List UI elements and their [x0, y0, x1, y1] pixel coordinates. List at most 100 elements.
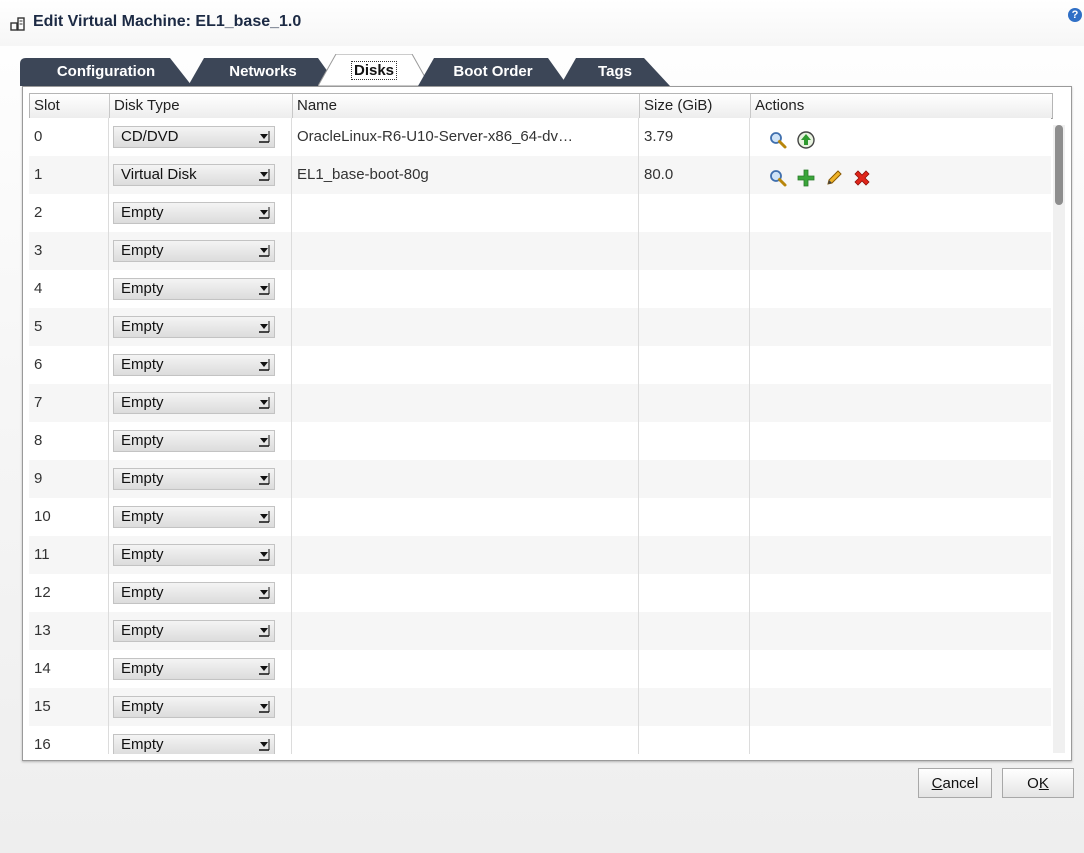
edit-icon[interactable] [824, 165, 844, 185]
table-row[interactable]: 10 Empty [29, 498, 1051, 537]
scrollbar-thumb[interactable] [1055, 125, 1063, 205]
column-header-name[interactable]: Name [293, 94, 640, 118]
column-header-disk-type[interactable]: Disk Type [110, 94, 293, 118]
table-row[interactable]: 1 Virtual Disk EL1_base-boot-80g 80.0 [29, 156, 1051, 195]
disk-type-cell: CD/DVD [29, 118, 292, 156]
tab-configuration[interactable]: Configuration [20, 58, 192, 86]
size-cell [639, 308, 750, 346]
table-row[interactable]: 9 Empty [29, 460, 1051, 499]
size-cell [639, 650, 750, 688]
size-cell [639, 536, 750, 574]
column-header-slot[interactable]: Slot [30, 94, 110, 118]
table-row[interactable]: 4 Empty [29, 270, 1051, 309]
actions-cell [750, 422, 1051, 460]
disk-type-select[interactable]: Empty [113, 696, 275, 718]
table-row[interactable]: 5 Empty [29, 308, 1051, 347]
disk-type-value: Empty [121, 622, 164, 639]
chevron-down-icon [259, 207, 270, 219]
table-row[interactable]: 7 Empty [29, 384, 1051, 423]
disk-table-body: 0 CD/DVD OracleLinux-R6-U10-Server-x86_64-… [29, 118, 1051, 754]
actions-cell [750, 612, 1051, 650]
disk-type-select[interactable]: Empty [113, 430, 275, 452]
disk-type-select[interactable]: Empty [113, 468, 275, 490]
name-cell [292, 194, 639, 232]
dialog-title: Edit Virtual Machine: EL1_base_1.0 [33, 13, 302, 30]
ok-button[interactable]: OK [1002, 768, 1074, 798]
disk-type-select[interactable]: Empty [113, 354, 275, 376]
disk-type-select[interactable]: Empty [113, 658, 275, 680]
vertical-scrollbar[interactable] [1053, 125, 1065, 753]
table-row[interactable]: 16 Empty [29, 726, 1051, 754]
disk-type-select[interactable]: Empty [113, 202, 275, 224]
disk-type-value: Empty [121, 242, 164, 259]
disk-type-cell: Virtual Disk [29, 156, 292, 194]
disk-type-select[interactable]: Empty [113, 620, 275, 642]
actions-cell [750, 536, 1051, 574]
actions-cell [750, 270, 1051, 308]
size-cell [639, 422, 750, 460]
size-cell [639, 270, 750, 308]
name-cell [292, 726, 639, 754]
disk-type-cell: Empty [29, 726, 292, 754]
chevron-down-icon [259, 435, 270, 447]
actions-cell [750, 346, 1051, 384]
table-row[interactable]: 8 Empty [29, 422, 1051, 461]
size-cell [639, 194, 750, 232]
disk-type-cell: Empty [29, 422, 292, 460]
disk-type-select[interactable]: Empty [113, 544, 275, 566]
tab-disks[interactable]: Disks [318, 54, 430, 86]
column-header-actions[interactable]: Actions [751, 94, 1051, 118]
disk-type-cell: Empty [29, 460, 292, 498]
eject-icon[interactable] [796, 127, 816, 149]
actions-cell [750, 194, 1051, 232]
actions-cell [750, 460, 1051, 498]
disk-type-select[interactable]: CD/DVD [113, 126, 275, 148]
name-cell [292, 612, 639, 650]
actions-cell [750, 688, 1051, 726]
disk-type-select[interactable]: Empty [113, 392, 275, 414]
disk-type-value: CD/DVD [121, 128, 179, 145]
search-icon[interactable] [768, 165, 788, 187]
table-row[interactable]: 12 Empty [29, 574, 1051, 613]
column-header-size[interactable]: Size (GiB) [640, 94, 751, 118]
table-row[interactable]: 14 Empty [29, 650, 1051, 689]
table-row[interactable]: 15 Empty [29, 688, 1051, 727]
disk-type-value: Empty [121, 204, 164, 221]
table-row[interactable]: 3 Empty [29, 232, 1051, 271]
name-cell: OracleLinux-R6-U10-Server-x86_64-dv… [292, 118, 639, 156]
actions-cell [750, 726, 1051, 754]
help-icon[interactable]: ? [1068, 8, 1082, 22]
chevron-down-icon [259, 169, 270, 181]
tab-boot-order[interactable]: Boot Order [418, 58, 568, 86]
size-cell [639, 460, 750, 498]
disk-type-cell: Empty [29, 536, 292, 574]
disk-type-value: Empty [121, 280, 164, 297]
disk-type-select[interactable]: Empty [113, 582, 275, 604]
disk-type-select[interactable]: Virtual Disk [113, 164, 275, 186]
tab-networks[interactable]: Networks [188, 58, 338, 86]
disk-type-value: Empty [121, 356, 164, 373]
table-row[interactable]: 0 CD/DVD OracleLinux-R6-U10-Server-x86_64-… [29, 118, 1051, 157]
cancel-button[interactable]: Cancel [918, 768, 992, 798]
chevron-down-icon [259, 663, 270, 675]
table-row[interactable]: 6 Empty [29, 346, 1051, 385]
disk-type-select[interactable]: Empty [113, 240, 275, 262]
disk-type-cell: Empty [29, 574, 292, 612]
tab-tags[interactable]: Tags [560, 58, 670, 86]
actions-cell [750, 156, 1051, 194]
search-icon[interactable] [768, 127, 788, 149]
table-row[interactable]: 11 Empty [29, 536, 1051, 575]
size-cell: 80.0 [639, 156, 750, 194]
disk-type-select[interactable]: Empty [113, 278, 275, 300]
disk-type-select[interactable]: Empty [113, 316, 275, 338]
name-cell [292, 384, 639, 422]
delete-icon[interactable] [852, 165, 872, 186]
disk-type-select[interactable]: Empty [113, 734, 275, 754]
name-cell [292, 270, 639, 308]
disk-type-select[interactable]: Empty [113, 506, 275, 528]
table-row[interactable]: 13 Empty [29, 612, 1051, 651]
table-row[interactable]: 2 Empty [29, 194, 1051, 233]
chevron-down-icon [259, 283, 270, 295]
add-icon[interactable] [796, 165, 816, 187]
disk-type-value: Empty [121, 584, 164, 601]
